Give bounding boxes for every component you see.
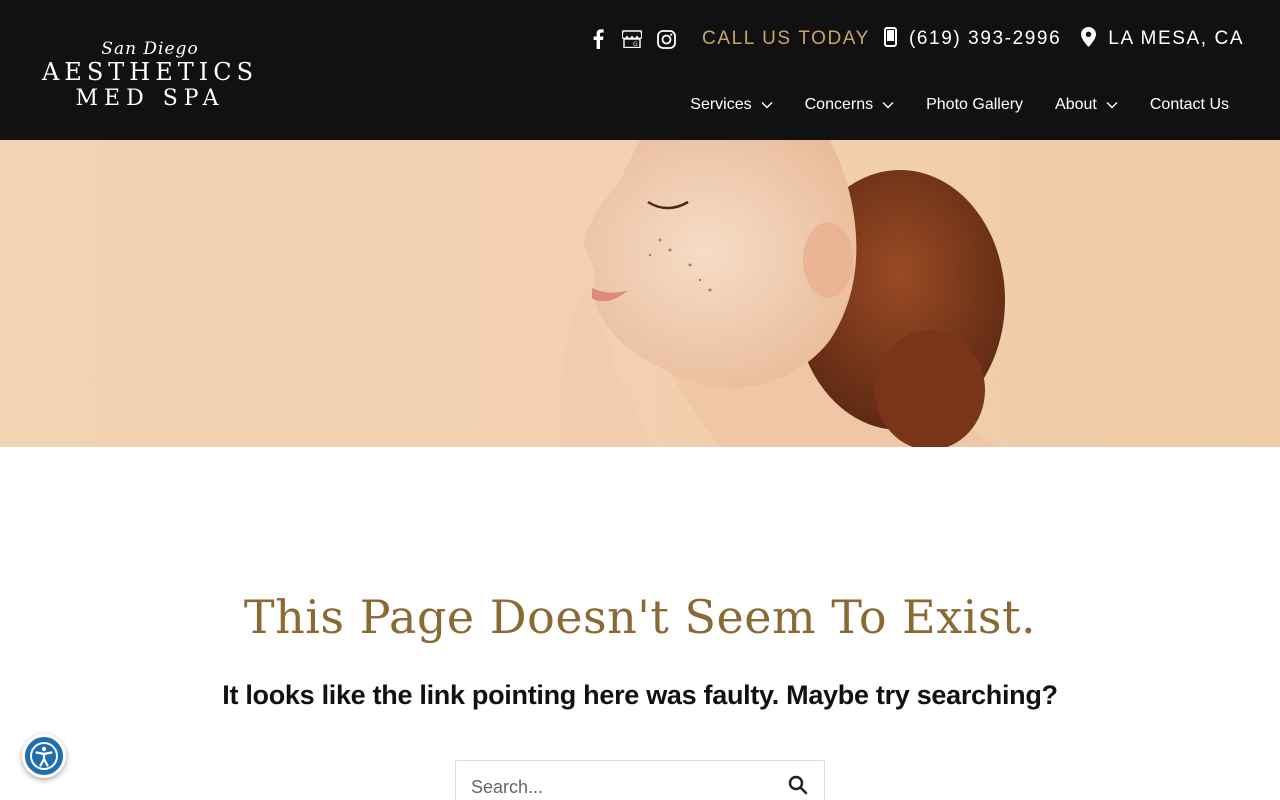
nav-item-label: About bbox=[1055, 96, 1097, 113]
hero-woman-illustration bbox=[558, 140, 1005, 447]
accessibility-icon bbox=[30, 742, 58, 770]
map-pin-icon bbox=[1081, 26, 1097, 52]
page-title: This Page Doesn't Seem To Exist. bbox=[243, 590, 1037, 644]
page-subtitle: It looks like the link pointing here was… bbox=[222, 680, 1058, 710]
nav-item-label: Photo Gallery bbox=[926, 96, 1024, 113]
logo-sub-text: MED SPA bbox=[75, 86, 225, 111]
logo-main-text: AESTHETICS bbox=[41, 58, 259, 86]
logo[interactable]: San Diego AESTHETICS MED SPA bbox=[34, 40, 266, 120]
instagram-icon[interactable] bbox=[656, 29, 676, 49]
phone-number: (619) 393-2996 bbox=[908, 28, 1062, 49]
search-button[interactable] bbox=[788, 775, 810, 797]
nav-item-services[interactable]: Services bbox=[690, 96, 773, 114]
chevron-down-icon bbox=[1106, 102, 1118, 109]
phone-link[interactable]: (619) 393-2996 bbox=[883, 26, 1062, 52]
header-topbar: G CALL US TODAY (619) 393-2996 LA MESA, … bbox=[588, 24, 1244, 54]
google-business-icon[interactable]: G bbox=[622, 29, 642, 49]
nav-item-label: Contact Us bbox=[1149, 96, 1229, 113]
location-text: LA MESA, CA bbox=[1108, 28, 1245, 49]
mobile-phone-icon bbox=[883, 26, 897, 52]
svg-text:G: G bbox=[633, 41, 638, 48]
search-icon bbox=[788, 775, 808, 795]
call-us-label: CALL US TODAY bbox=[702, 28, 870, 49]
chevron-down-icon bbox=[761, 102, 773, 109]
search-input[interactable] bbox=[471, 771, 761, 800]
logo-script-text: San Diego bbox=[101, 39, 199, 59]
site-header: San Diego AESTHETICS MED SPA G CALL US T… bbox=[0, 0, 1280, 140]
nav-item-label: Concerns bbox=[804, 96, 874, 113]
search-form bbox=[455, 760, 825, 800]
accessibility-toolbar-button[interactable] bbox=[22, 734, 66, 778]
hero-image bbox=[0, 140, 1280, 447]
main-nav: Services Concerns Photo Gallery About Co… bbox=[690, 96, 1229, 114]
nav-item-concerns[interactable]: Concerns bbox=[805, 96, 894, 114]
location-link[interactable]: LA MESA, CA bbox=[1081, 26, 1245, 52]
nav-item-photo-gallery[interactable]: Photo Gallery bbox=[926, 96, 1023, 114]
nav-item-contact-us[interactable]: Contact Us bbox=[1150, 96, 1229, 114]
nav-item-about[interactable]: About bbox=[1055, 96, 1118, 114]
social-links: G bbox=[588, 29, 676, 49]
chevron-down-icon bbox=[882, 102, 894, 109]
facebook-icon[interactable] bbox=[588, 29, 608, 49]
nav-item-label: Services bbox=[690, 96, 752, 113]
